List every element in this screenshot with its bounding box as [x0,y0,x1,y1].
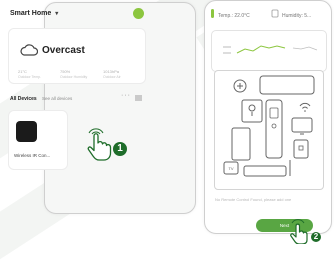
tab-all-devices[interactable]: All Devices [10,96,37,102]
speaker-icon [241,99,263,123]
tower-icon [231,127,251,161]
weather-stat-value: 21°C [18,69,27,74]
step-badge: 2 [311,232,321,242]
air-conditioner-icon [259,75,315,95]
outlet-icon [293,139,309,159]
remote-control-icon [265,99,283,159]
tv-box-icon: TV [223,161,239,175]
home-title: Smart Home [10,10,52,17]
weather-stat-label: Outdoor Temp. [18,75,42,79]
cloud-icon [20,44,38,56]
help-text: No Remote Control Found, please add one [215,197,292,202]
humidity-icon [271,9,279,18]
monitor-icon [291,117,313,135]
wifi-icon [299,102,311,112]
step-badge: 1 [113,142,127,156]
thermometer-icon [211,9,214,18]
humidity-readout: Humidity: 5... [282,13,312,19]
chart-line [292,46,318,51]
hand-pointer-icon [87,128,112,161]
remote-icons: TV [223,75,315,177]
weather-stat-label: Outdoor Humidity [60,75,88,79]
weather-stat-value: 750% [60,69,71,74]
temperature-readout: Temp.: 22.0°C [218,13,250,19]
device-label: Wireless IR Con... [14,153,51,158]
add-circle-icon [233,79,247,93]
weather-stat-value: 1013hPa [103,69,120,74]
tray-icon [243,165,287,177]
list-icon[interactable] [135,95,142,101]
home-selector[interactable]: Smart Home ▾ [10,10,58,17]
add-device-button[interactable] [133,8,144,19]
tab-see-all-devices[interactable]: See all devices [42,96,72,101]
more-icon[interactable]: ··· [121,92,131,99]
weather-condition: Overcast [42,45,85,56]
chevron-down-icon: ▾ [55,11,59,17]
weather-stat-label: Outdoor Air [103,75,121,79]
chart-line [236,45,286,54]
ir-controller-icon [16,121,37,142]
history-chart-lines [223,45,318,54]
svg-text:TV: TV [228,166,233,171]
